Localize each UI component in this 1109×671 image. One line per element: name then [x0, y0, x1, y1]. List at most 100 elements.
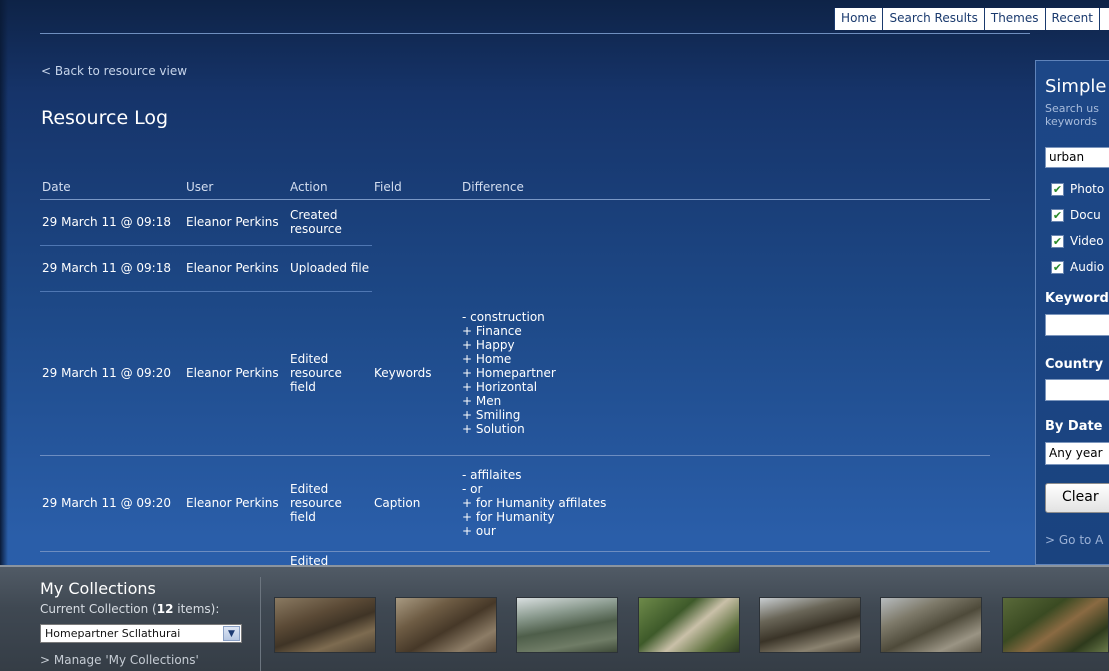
- checkbox-document[interactable]: ✔ Docu: [1051, 208, 1101, 222]
- column-header-user: User: [184, 177, 288, 200]
- collection-select-value: Homepartner Scllathurai: [45, 627, 181, 640]
- search-panel-hint: Search us keywords: [1045, 102, 1099, 128]
- cell-field: [372, 199, 460, 245]
- cell-action: Created resource: [288, 199, 372, 246]
- application-window: · · · · · · · · · · · · · Home Search Re…: [0, 0, 1109, 671]
- checkbox-photo[interactable]: ✔ Photo: [1051, 182, 1104, 196]
- table-row: 29 March 11 @ 09:18 Eleanor Perkins Crea…: [40, 199, 990, 246]
- cell-date: 29 March 11 @ 09:20: [40, 455, 184, 552]
- search-query-input[interactable]: urban: [1045, 147, 1109, 168]
- column-header-difference: Difference: [460, 177, 990, 200]
- chevron-down-icon[interactable]: ▼: [223, 626, 240, 641]
- collection-thumbnail[interactable]: [274, 597, 376, 653]
- cell-action: Uploaded file: [288, 245, 372, 292]
- diff-line: + our: [462, 524, 496, 538]
- diff-line: + Finance: [462, 323, 522, 338]
- collection-item-count: 12: [156, 602, 174, 616]
- cell-difference: [460, 199, 990, 245]
- collection-thumbnail[interactable]: [516, 597, 618, 653]
- column-header-date: Date: [40, 177, 184, 200]
- diff-line: - or: [462, 482, 483, 496]
- advanced-search-link[interactable]: > Go to A: [1045, 533, 1103, 547]
- date-select[interactable]: Any year: [1045, 442, 1109, 465]
- search-hint-line: Search us: [1045, 102, 1099, 115]
- search-panel-title: Simple: [1045, 76, 1107, 97]
- check-icon[interactable]: ✔: [1051, 260, 1064, 274]
- checkbox-label: Video: [1070, 234, 1104, 248]
- keyword-input[interactable]: [1045, 314, 1109, 336]
- search-hint-line: keywords: [1045, 115, 1098, 128]
- keyword-label: Keyword: [1045, 291, 1109, 306]
- cell-field: [372, 245, 460, 291]
- resource-log-table: Date User Action Field Difference 29 Mar…: [40, 177, 990, 575]
- cell-action: Edited resource field: [288, 291, 372, 456]
- current-collection-label: Current Collection (12 items):: [40, 602, 219, 616]
- diff-line: + Solution: [462, 421, 525, 436]
- column-header-action: Action: [288, 177, 372, 200]
- manage-collections-link[interactable]: > Manage 'My Collections': [40, 653, 199, 667]
- diff-line: + Horizontal: [462, 379, 538, 394]
- table-row: 29 March 11 @ 09:18 Eleanor Perkins Uplo…: [40, 245, 990, 292]
- cell-user: Eleanor Perkins: [184, 291, 288, 456]
- checkbox-label: Photo: [1070, 182, 1105, 196]
- cell-field: Keywords: [372, 291, 460, 456]
- cell-user: Eleanor Perkins: [184, 245, 288, 292]
- column-header-field: Field: [372, 177, 460, 200]
- check-icon[interactable]: ✔: [1051, 208, 1064, 222]
- collection-thumbnail[interactable]: [1002, 597, 1109, 653]
- cell-date: 29 March 11 @ 09:20: [40, 291, 184, 456]
- cell-field: Caption: [372, 455, 460, 552]
- site-logo[interactable]: · · · · · · · · · · · · ·: [60, 0, 240, 5]
- header-divider: [40, 33, 1030, 34]
- collection-thumbnail[interactable]: [759, 597, 861, 653]
- page-title: Resource Log: [41, 107, 169, 129]
- cell-difference: [460, 245, 990, 291]
- collection-select[interactable]: Homepartner Scllathurai ▼: [40, 624, 242, 643]
- diff-line: + Men: [462, 393, 502, 408]
- collections-title: My Collections: [40, 579, 156, 598]
- cell-difference: - affilaites - or + for Humanity affilat…: [460, 455, 990, 552]
- back-to-resource-link[interactable]: < Back to resource view: [41, 64, 187, 78]
- cell-date: 29 March 11 @ 09:18: [40, 199, 184, 246]
- nav-themes-link[interactable]: Themes: [983, 8, 1045, 30]
- date-label: By Date: [1045, 419, 1103, 434]
- checkbox-label: Audio: [1070, 260, 1105, 274]
- checkbox-audio[interactable]: ✔ Audio: [1051, 260, 1104, 274]
- cell-action: Edited resource field: [288, 455, 372, 552]
- checkbox-video[interactable]: ✔ Video: [1051, 234, 1104, 248]
- country-input[interactable]: [1045, 379, 1109, 401]
- collection-thumbnail[interactable]: [395, 597, 497, 653]
- table-row: 29 March 11 @ 09:20 Eleanor Perkins Edit…: [40, 291, 990, 456]
- diff-line: + Smiling: [462, 407, 521, 422]
- diff-line: + Homepartner: [462, 365, 556, 380]
- collection-thumbnail[interactable]: [638, 597, 740, 653]
- collections-divider: [260, 577, 261, 671]
- diff-line: - affilaites: [462, 468, 522, 482]
- table-header-row: Date User Action Field Difference: [40, 177, 990, 200]
- top-navigation: Home Search Results Themes Recent: [834, 8, 1109, 30]
- clear-button[interactable]: Clear: [1045, 483, 1109, 513]
- nav-search-results-link[interactable]: Search Results: [882, 8, 983, 30]
- diff-line: + Happy: [462, 337, 515, 352]
- left-edge-shade: [0, 0, 8, 565]
- check-icon[interactable]: ✔: [1051, 234, 1064, 248]
- my-collections-bar: My Collections Current Collection (12 it…: [0, 565, 1109, 671]
- country-label: Country: [1045, 357, 1104, 372]
- checkbox-label: Docu: [1070, 208, 1101, 222]
- check-icon[interactable]: ✔: [1051, 182, 1064, 196]
- cell-date: 29 March 11 @ 09:18: [40, 245, 184, 292]
- nav-overflow: [1099, 8, 1109, 30]
- current-collection-suffix: items):: [173, 602, 220, 616]
- nav-recent-link[interactable]: Recent: [1044, 8, 1099, 30]
- table-row: 29 March 11 @ 09:20 Eleanor Perkins Edit…: [40, 455, 990, 552]
- diff-line: + for Humanity affilates: [462, 496, 607, 510]
- cell-difference: - construction + Finance + Happy + Home …: [460, 291, 990, 456]
- diff-line: - construction: [462, 309, 545, 324]
- cell-user: Eleanor Perkins: [184, 199, 288, 246]
- collection-thumbnail[interactable]: [880, 597, 982, 653]
- nav-home-link[interactable]: Home: [834, 8, 882, 30]
- current-collection-prefix: Current Collection (: [40, 602, 157, 616]
- diff-line: + for Humanity: [462, 510, 555, 524]
- cell-user: Eleanor Perkins: [184, 455, 288, 552]
- simple-search-panel: Simple Search us keywords urban ✔ Photo …: [1035, 60, 1109, 565]
